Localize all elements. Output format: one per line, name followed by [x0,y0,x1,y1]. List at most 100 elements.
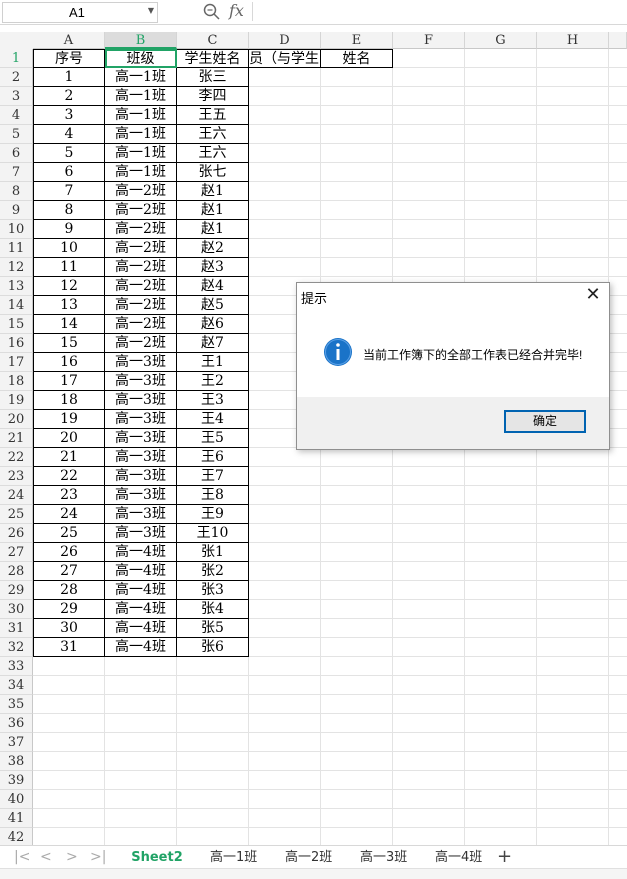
table-cell[interactable]: 王五 [177,106,249,125]
row-header[interactable]: 29 [0,581,33,600]
row-header[interactable]: 13 [0,277,33,296]
row-header[interactable]: 23 [0,467,33,486]
column-header-g[interactable]: G [465,32,537,49]
header-cell[interactable]: 姓名 [321,49,393,68]
row-header[interactable]: 26 [0,524,33,543]
row-header[interactable]: 16 [0,334,33,353]
table-cell[interactable]: 高一3班 [105,505,177,524]
table-cell[interactable]: 2 [33,87,105,106]
table-cell[interactable]: 26 [33,543,105,562]
table-cell[interactable]: 18 [33,391,105,410]
row-header[interactable]: 28 [0,562,33,581]
table-cell[interactable]: 张5 [177,619,249,638]
row-header[interactable]: 4 [0,106,33,125]
fx-icon[interactable]: fx [229,1,244,20]
row-header[interactable]: 32 [0,638,33,657]
table-cell[interactable]: 3 [33,106,105,125]
table-cell[interactable]: 赵4 [177,277,249,296]
row-header[interactable]: 6 [0,144,33,163]
table-cell[interactable]: 高一2班 [105,315,177,334]
table-cell[interactable]: 高一3班 [105,524,177,543]
row-header[interactable]: 37 [0,733,33,752]
table-cell[interactable]: 6 [33,163,105,182]
table-cell[interactable]: 8 [33,201,105,220]
table-cell[interactable]: 王10 [177,524,249,543]
table-cell[interactable]: 赵2 [177,239,249,258]
table-cell[interactable]: 20 [33,429,105,448]
table-cell[interactable]: 25 [33,524,105,543]
table-cell[interactable]: 王六 [177,125,249,144]
table-cell[interactable]: 王5 [177,429,249,448]
table-cell[interactable]: 张3 [177,581,249,600]
table-cell[interactable]: 高一2班 [105,334,177,353]
table-cell[interactable]: 王六 [177,144,249,163]
column-header-e[interactable]: E [321,32,393,49]
row-header[interactable]: 25 [0,505,33,524]
column-header-a[interactable]: A [33,32,105,49]
row-header[interactable]: 39 [0,771,33,790]
table-cell[interactable]: 高一3班 [105,391,177,410]
table-cell[interactable]: 22 [33,467,105,486]
table-cell[interactable]: 高一2班 [105,296,177,315]
row-header[interactable]: 14 [0,296,33,315]
table-cell[interactable]: 高一3班 [105,429,177,448]
table-cell[interactable]: 24 [33,505,105,524]
name-box[interactable]: A1 ▼ [2,2,158,23]
row-header[interactable]: 10 [0,220,33,239]
table-cell[interactable]: 17 [33,372,105,391]
column-header-b[interactable]: B [105,32,177,49]
row-header[interactable]: 2 [0,68,33,87]
row-header[interactable]: 35 [0,695,33,714]
table-cell[interactable]: 高一4班 [105,619,177,638]
row-header[interactable]: 15 [0,315,33,334]
add-sheet-icon[interactable]: + [497,846,512,867]
table-cell[interactable]: 9 [33,220,105,239]
table-cell[interactable]: 赵5 [177,296,249,315]
row-header[interactable]: 12 [0,258,33,277]
table-cell[interactable]: 27 [33,562,105,581]
table-cell[interactable]: 31 [33,638,105,657]
table-cell[interactable]: 高一3班 [105,486,177,505]
table-cell[interactable]: 高一3班 [105,467,177,486]
row-header[interactable]: 18 [0,372,33,391]
tab-grade1-class2[interactable]: 高一2班 [285,848,332,868]
row-header[interactable]: 27 [0,543,33,562]
table-cell[interactable]: 19 [33,410,105,429]
tab-sheet2[interactable]: Sheet2 [124,848,190,870]
table-cell[interactable]: 赵1 [177,182,249,201]
table-cell[interactable]: 4 [33,125,105,144]
table-cell[interactable]: 16 [33,353,105,372]
table-cell[interactable]: 13 [33,296,105,315]
table-cell[interactable]: 高一4班 [105,562,177,581]
column-header-h[interactable]: H [537,32,609,49]
table-cell[interactable]: 5 [33,144,105,163]
table-cell[interactable]: 高一4班 [105,638,177,657]
next-sheet-icon[interactable]: > [66,849,78,865]
table-cell[interactable]: 30 [33,619,105,638]
table-cell[interactable]: 张三 [177,68,249,87]
table-cell[interactable]: 王4 [177,410,249,429]
table-cell[interactable]: 王6 [177,448,249,467]
row-header[interactable]: 36 [0,714,33,733]
table-cell[interactable]: 王9 [177,505,249,524]
column-header-f[interactable]: F [393,32,465,49]
table-cell[interactable]: 高一1班 [105,106,177,125]
table-cell[interactable]: 高一1班 [105,125,177,144]
last-sheet-icon[interactable]: >| [90,849,106,865]
header-cell[interactable]: 学生姓名 [177,49,249,68]
table-cell[interactable]: 高一4班 [105,543,177,562]
table-cell[interactable]: 高一2班 [105,258,177,277]
row-header[interactable]: 7 [0,163,33,182]
column-header-d[interactable]: D [249,32,321,49]
table-cell[interactable]: 21 [33,448,105,467]
row-header[interactable]: 34 [0,676,33,695]
zoom-icon[interactable] [202,2,222,22]
row-header[interactable]: 24 [0,486,33,505]
formula-input[interactable] [252,2,627,21]
close-icon[interactable]: ✕ [583,285,603,305]
table-cell[interactable]: 10 [33,239,105,258]
table-cell[interactable]: 张2 [177,562,249,581]
row-header[interactable]: 3 [0,87,33,106]
table-cell[interactable]: 王1 [177,353,249,372]
prev-sheet-icon[interactable]: < [40,849,52,865]
